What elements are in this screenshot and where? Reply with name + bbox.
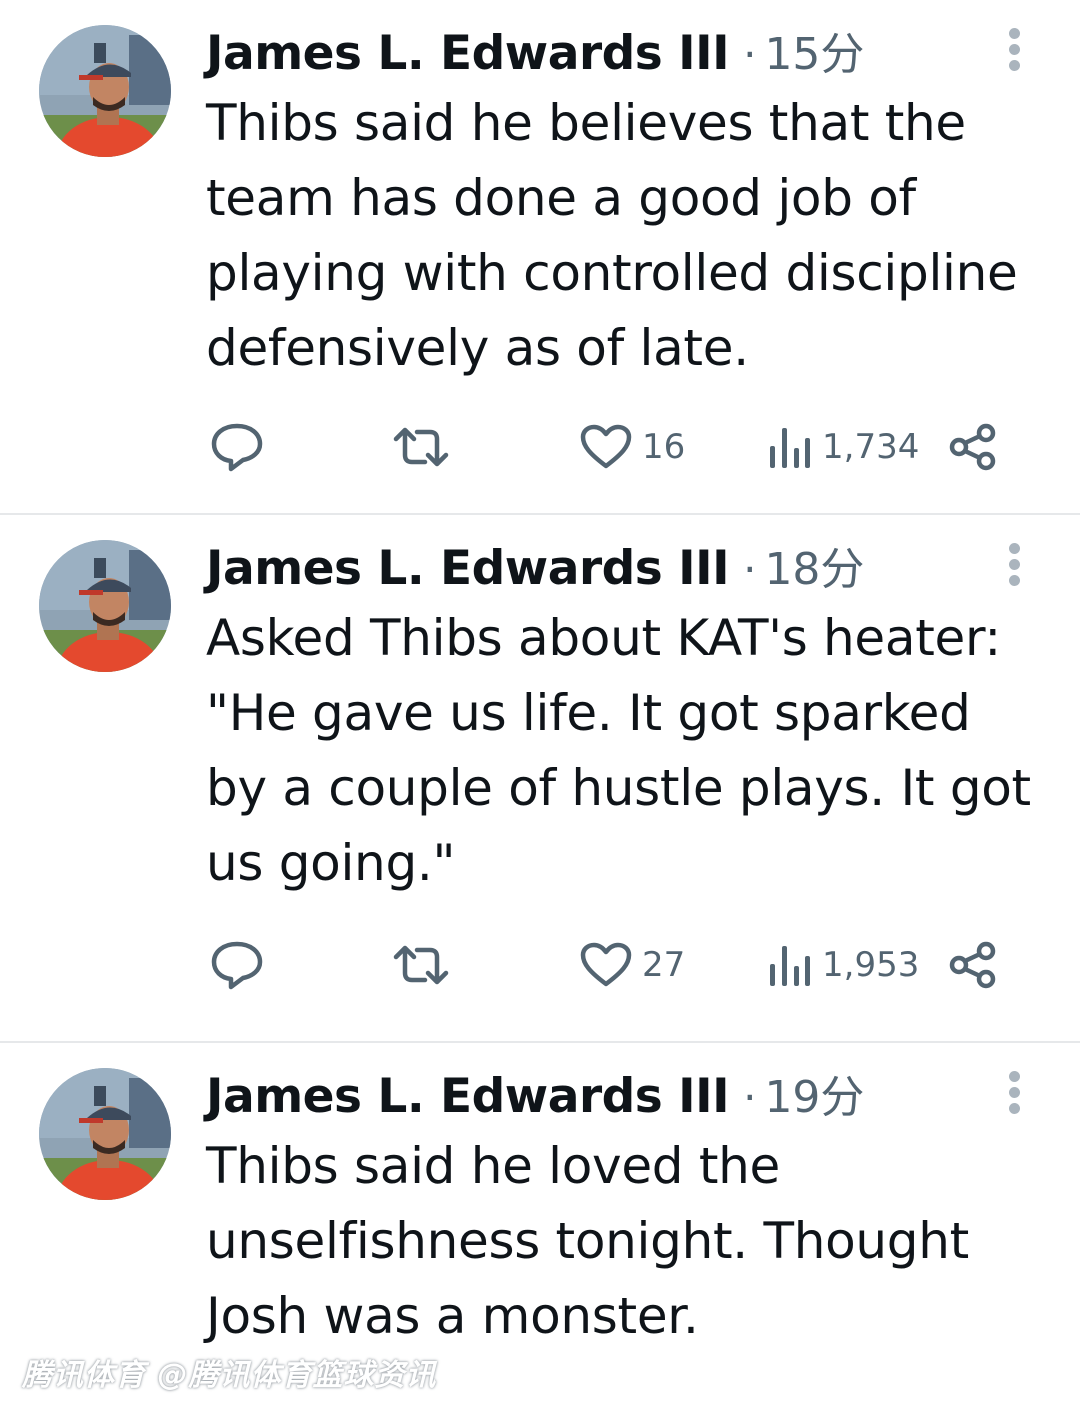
reply-button[interactable] [210, 933, 264, 997]
retweet-button[interactable] [392, 933, 450, 997]
views-button[interactable]: 1,734 [768, 415, 919, 479]
separator-dot: · [743, 30, 757, 79]
separator-dot: · [743, 545, 757, 594]
more-icon[interactable] [1000, 543, 1028, 587]
tweet-header: James L. Edwards III · 19分 [206, 1061, 864, 1125]
tweet[interactable]: James L. Edwards III · 19分 Thibs said he… [0, 1043, 1080, 1403]
retweet-icon [393, 427, 449, 467]
tweet-header: James L. Edwards III · 15分 [206, 18, 864, 82]
like-count: 27 [642, 945, 686, 985]
reply-icon [211, 941, 263, 990]
like-button[interactable]: 16 [580, 415, 685, 479]
retweet-icon [393, 945, 449, 985]
like-button[interactable]: 27 [580, 933, 685, 997]
tweet-text: Thibs said he believes that the team has… [206, 94, 1018, 377]
watermark: 腾讯体育 @腾讯体育篮球资讯 [22, 1358, 437, 1393]
like-count: 16 [642, 427, 686, 467]
tweet-text: Thibs said he loved the unselfishness to… [206, 1137, 969, 1345]
avatar[interactable] [39, 1068, 171, 1200]
views-icon [770, 428, 810, 468]
separator-dot: · [743, 1073, 757, 1122]
views-button[interactable]: 1,953 [768, 933, 919, 997]
more-icon[interactable] [1000, 1071, 1028, 1115]
tweet[interactable]: James L. Edwards III · 15分 Thibs said he… [0, 0, 1080, 515]
author-name[interactable]: James L. Edwards III [206, 26, 730, 81]
views-count: 1,734 [822, 427, 920, 467]
tweet-text: Asked Thibs about KAT's heater: "He gave… [206, 609, 1031, 892]
tweet-feed: James L. Edwards III · 15分 Thibs said he… [0, 0, 1080, 1403]
reply-icon [211, 423, 263, 472]
tweet-actions: 27 1,953 [0, 933, 1080, 997]
author-name[interactable]: James L. Edwards III [206, 1069, 730, 1124]
share-icon [949, 941, 996, 989]
tweet[interactable]: James L. Edwards III · 18分 Asked Thibs a… [0, 515, 1080, 1043]
avatar[interactable] [39, 25, 171, 157]
timestamp[interactable]: 18分 [764, 533, 864, 597]
share-button[interactable] [948, 933, 998, 997]
retweet-button[interactable] [392, 415, 450, 479]
timestamp[interactable]: 19分 [764, 1061, 864, 1125]
reply-button[interactable] [210, 415, 264, 479]
share-button[interactable] [948, 415, 998, 479]
tweet-actions: 16 1,734 [0, 415, 1080, 479]
views-count: 1,953 [822, 945, 920, 985]
tweet-header: James L. Edwards III · 18分 [206, 533, 864, 597]
share-icon [949, 423, 996, 471]
more-icon[interactable] [1000, 28, 1028, 72]
timestamp[interactable]: 15分 [764, 18, 864, 82]
author-name[interactable]: James L. Edwards III [206, 541, 730, 596]
heart-icon [580, 424, 632, 469]
heart-icon [580, 942, 632, 987]
views-icon [770, 946, 810, 986]
avatar[interactable] [39, 540, 171, 672]
